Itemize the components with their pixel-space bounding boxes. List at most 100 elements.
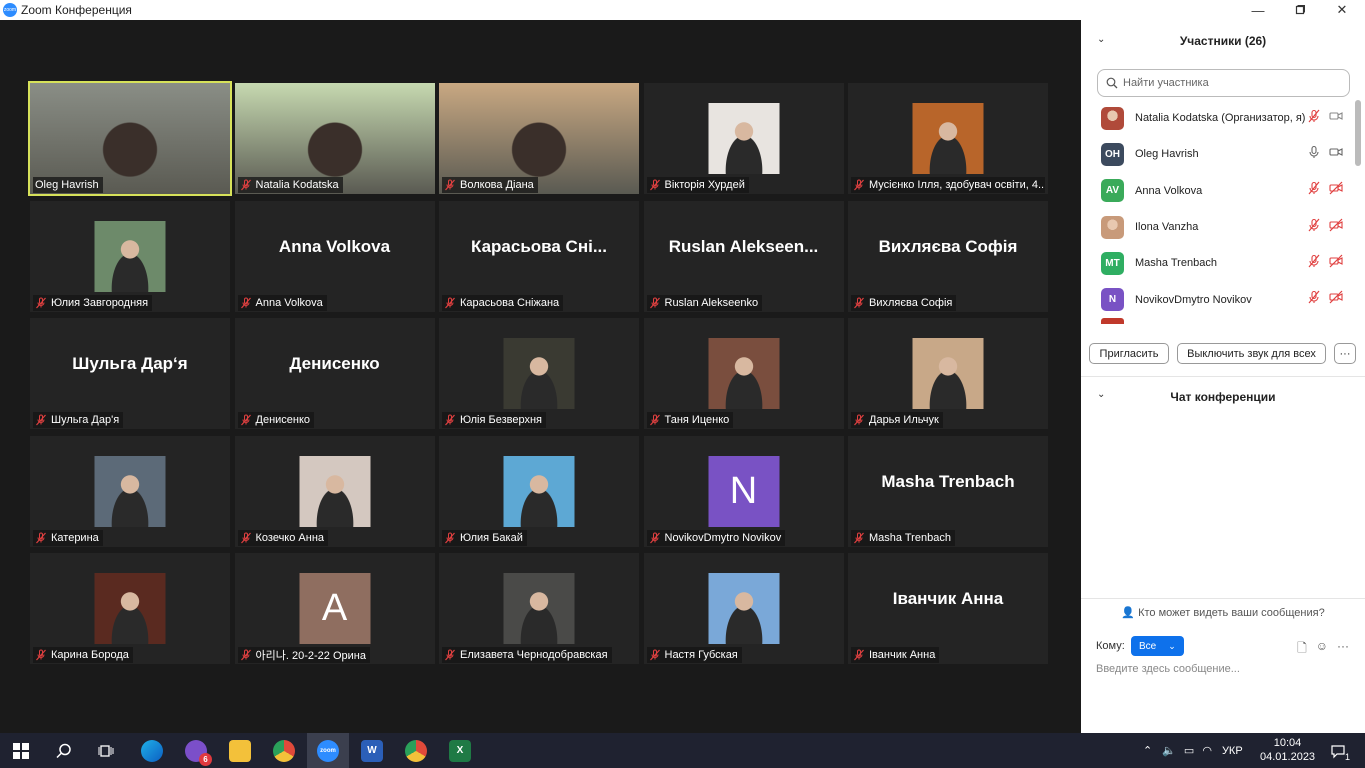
chat-tools: 🗋 ☺ ··· xyxy=(1297,639,1349,660)
more-options-button[interactable]: ··· xyxy=(1334,343,1356,364)
video-status-icon[interactable] xyxy=(1329,145,1343,164)
participant-nameplate: Настя Губская xyxy=(646,647,742,663)
video-status-icon[interactable] xyxy=(1329,218,1343,237)
video-tile[interactable]: Юлия Завгородняя xyxy=(30,200,230,312)
battery-icon[interactable]: ▭ xyxy=(1184,744,1194,757)
participant-nameplate: Юлия Завгородняя xyxy=(33,294,153,311)
explorer-taskbar-button[interactable] xyxy=(219,733,261,768)
language-indicator[interactable]: УКР xyxy=(1222,745,1243,757)
video-tile[interactable]: Карасьова Сні... Карасьова Сніжана xyxy=(439,200,639,312)
participant-nameplate: Денисенко xyxy=(237,412,315,428)
muted-mic-icon xyxy=(853,414,865,426)
video-tile[interactable]: Карина Борода xyxy=(30,553,230,664)
muted-mic-icon xyxy=(853,649,865,661)
participant-name: Карасьова Сніжана xyxy=(460,296,560,309)
muted-mic-icon xyxy=(853,179,865,191)
muted-mic-icon xyxy=(240,532,252,544)
video-status-icon[interactable] xyxy=(1329,290,1343,309)
invite-button[interactable]: Пригласить xyxy=(1089,343,1169,364)
word-taskbar-button[interactable]: W xyxy=(351,733,393,768)
participant-row[interactable]: AV Anna Volkova xyxy=(1081,173,1355,209)
start-button[interactable] xyxy=(0,733,42,768)
participant-name: Вихляєва Софія xyxy=(869,296,953,309)
video-tile[interactable]: N NovikovDmytro Novikov xyxy=(643,435,844,547)
video-tile[interactable]: Вихляєва Софія Вихляєва Софія xyxy=(848,200,1048,312)
video-tile[interactable]: Волкова Діана xyxy=(439,83,639,194)
video-tile[interactable]: Natalia Kodatska xyxy=(234,83,435,194)
video-tile[interactable]: A 아리나. 20-2-22 Орина xyxy=(234,553,435,664)
video-tile[interactable]: Masha Trenbach Masha Trenbach xyxy=(848,435,1048,547)
notifications-button[interactable]: 1 xyxy=(1317,733,1359,768)
participant-row[interactable]: Ilona Vanzha xyxy=(1081,209,1355,245)
video-tile[interactable]: Юлія Безверхня xyxy=(439,318,639,429)
zoom-taskbar-button[interactable]: zoom xyxy=(307,733,349,768)
mic-status-icon[interactable] xyxy=(1307,290,1321,309)
minimize-button[interactable]: — xyxy=(1237,0,1279,20)
video-tile[interactable]: Мусієнко Ілля, здобувач освіти, 4... xyxy=(848,83,1048,194)
video-tile[interactable]: Денисенко Денисенко xyxy=(234,318,435,429)
participant-row[interactable]: N NovikovDmytro Novikov xyxy=(1081,281,1355,317)
mic-status-icon[interactable] xyxy=(1307,181,1321,200)
video-tile[interactable]: Oleg Havrish xyxy=(28,81,232,196)
video-tile[interactable]: Юлия Бакай xyxy=(439,435,639,547)
participant-status-icons xyxy=(1307,218,1343,237)
task-view-button[interactable] xyxy=(85,733,127,768)
video-tile[interactable]: Вікторія Хурдей xyxy=(643,83,844,194)
participant-display-name: Іванчик Анна xyxy=(892,589,1004,608)
participant-name: NovikovDmytro Novikov xyxy=(664,531,782,544)
camera-off-icon xyxy=(1329,181,1343,195)
participant-avatar xyxy=(94,220,166,292)
participant-status-icons xyxy=(1307,290,1343,309)
chrome-taskbar-button[interactable] xyxy=(263,733,305,768)
video-tile[interactable]: Козечко Анна xyxy=(234,435,435,547)
maximize-button[interactable] xyxy=(1279,0,1321,20)
clock[interactable]: 10:04 04.01.2023 xyxy=(1260,736,1315,764)
video-tile[interactable]: Anna Volkova Anna Volkova xyxy=(234,200,435,312)
mic-status-icon[interactable] xyxy=(1307,109,1321,128)
mic-status-icon[interactable] xyxy=(1307,145,1321,164)
more-icon[interactable]: ··· xyxy=(1337,639,1349,660)
video-tile[interactable]: Таня Иценко xyxy=(643,318,844,429)
participant-row-partial xyxy=(1101,317,1124,324)
participants-scrollbar[interactable] xyxy=(1355,100,1361,166)
participant-name: Іванчик Анна xyxy=(869,649,936,661)
muted-mic-icon xyxy=(853,297,865,309)
video-tile[interactable]: Іванчик Анна Іванчик Анна xyxy=(848,553,1048,664)
participant-name: Козечко Анна xyxy=(255,531,325,544)
user-eye-icon: 👤 xyxy=(1121,607,1136,619)
emoji-icon[interactable]: ☺ xyxy=(1316,639,1328,660)
chat-visibility-note[interactable]: 👤 Кто может видеть ваши сообщения? xyxy=(1081,606,1365,619)
video-tile[interactable]: Елизавета Чернодобравская xyxy=(439,553,639,664)
recipient-dropdown[interactable]: Все ⌄ xyxy=(1131,636,1184,656)
wifi-icon[interactable]: ◠ xyxy=(1202,744,1212,757)
video-tile[interactable]: Шульга Дар‘я Шульга Дар'я xyxy=(30,318,230,429)
volume-icon[interactable]: 🔈 xyxy=(1162,744,1176,757)
edge-taskbar-button[interactable] xyxy=(131,733,173,768)
show-hidden-icons-icon[interactable]: ⌃ xyxy=(1143,744,1152,757)
video-tile[interactable]: Ruslan Alekseen... Ruslan Alekseenko xyxy=(643,200,844,312)
mic-status-icon[interactable] xyxy=(1307,218,1321,237)
search-taskbar-button[interactable] xyxy=(43,733,85,768)
participant-search-input[interactable]: Найти участника xyxy=(1097,69,1350,97)
mic-status-icon[interactable] xyxy=(1307,254,1321,273)
viber-taskbar-button[interactable]: 6 xyxy=(175,733,217,768)
video-tile[interactable]: Катерина xyxy=(30,435,230,547)
participant-row[interactable]: MT Masha Trenbach xyxy=(1081,245,1355,281)
close-button[interactable]: ✕ xyxy=(1321,0,1363,20)
file-icon[interactable]: 🗋 xyxy=(1297,639,1307,660)
excel-taskbar-button[interactable]: X xyxy=(439,733,481,768)
participant-name: Мусієнко Ілля, здобувач освіти, 4... xyxy=(869,179,1045,191)
participant-row[interactable]: OH Oleg Havrish xyxy=(1081,136,1355,172)
mute-all-button[interactable]: Выключить звук для всех xyxy=(1177,343,1326,364)
participant-row[interactable]: Natalia Kodatska (Организатор, я) xyxy=(1081,100,1355,136)
chrome-profile-taskbar-button[interactable] xyxy=(395,733,437,768)
chat-message-input[interactable]: Введите здесь сообщение... xyxy=(1096,663,1240,675)
video-status-icon[interactable] xyxy=(1329,109,1343,128)
video-status-icon[interactable] xyxy=(1329,254,1343,273)
video-status-icon[interactable] xyxy=(1329,181,1343,200)
participant-nameplate: NovikovDmytro Novikov xyxy=(646,529,786,546)
participant-display-name: Шульга Дар‘я xyxy=(72,354,188,373)
video-tile[interactable]: Настя Губская xyxy=(643,553,844,664)
video-tile[interactable]: Дарья Ильчук xyxy=(848,318,1048,429)
participant-name: Masha Trenbach xyxy=(869,531,951,544)
